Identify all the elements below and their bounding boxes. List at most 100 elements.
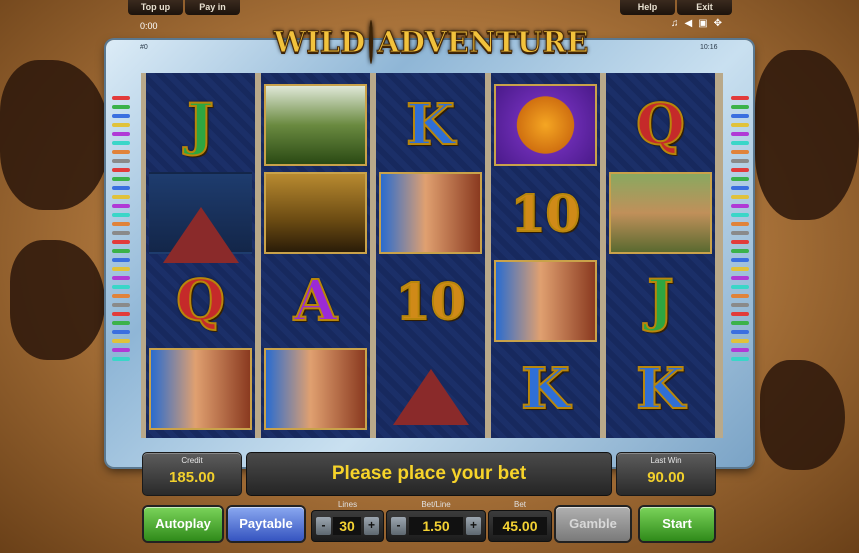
payline-marker (112, 150, 130, 154)
payline-marker (112, 222, 130, 226)
window-icon[interactable]: ▣ (698, 18, 713, 29)
payline-marker (731, 105, 749, 109)
clock-right: 10:16 (700, 44, 718, 51)
reel-2: A (261, 73, 370, 438)
payline-marker (112, 357, 130, 361)
payline-marker (112, 123, 130, 127)
payline-marker (731, 195, 749, 199)
payline-marker (112, 294, 130, 298)
status-message: Please place your bet (246, 452, 612, 496)
reel-symbol: K (520, 355, 571, 423)
compass-symbol (491, 81, 600, 169)
heroine-symbol (376, 169, 485, 257)
payline-markers-left (112, 96, 130, 414)
credit-value: 185.00 (169, 469, 215, 486)
payline-marker (731, 339, 749, 343)
payline-marker (731, 204, 749, 208)
reel-symbol: 10 (510, 183, 582, 244)
payline-marker (731, 177, 749, 181)
map-continent-right-low (760, 360, 845, 470)
reel-symbol: K (405, 91, 456, 159)
payline-marker (112, 249, 130, 253)
payline-marker (731, 267, 749, 271)
payline-marker (112, 186, 130, 190)
logo-word-adventure: ADVENTURE (377, 25, 589, 60)
payline-marker (731, 276, 749, 280)
payline-marker (112, 177, 130, 181)
payline-marker (731, 303, 749, 307)
payline-marker (731, 132, 749, 136)
payline-marker (112, 267, 130, 271)
logo-word-wild: WILD (273, 25, 366, 60)
topup-button[interactable]: Top up (128, 0, 183, 15)
reel-symbol: 10 (395, 271, 467, 332)
payline-marker (112, 231, 130, 235)
betline-label: Bet/Line (421, 500, 451, 509)
payline-marker (731, 96, 749, 100)
payline-marker (112, 195, 130, 199)
payline-marker (112, 348, 130, 352)
heroine-symbol (261, 345, 370, 433)
payline-marker (731, 330, 749, 334)
credit-label: Credit (181, 456, 203, 465)
heroine-symbol (491, 257, 600, 345)
help-button[interactable]: Help (620, 0, 675, 15)
bet-value: 45.00 (493, 517, 547, 535)
payline-marker (731, 150, 749, 154)
heroine-symbol (146, 345, 255, 433)
music-icon[interactable]: ♫ (671, 18, 685, 29)
payline-marker (731, 213, 749, 217)
payline-marker (112, 285, 130, 289)
betline-value: 1.50 (409, 517, 463, 535)
payline-marker (112, 141, 130, 145)
sound-icon[interactable]: ◀ (685, 18, 699, 29)
round-counter: #0 (140, 44, 148, 51)
betline-minus-button[interactable]: - (391, 517, 406, 535)
payline-marker (731, 249, 749, 253)
payline-marker (731, 240, 749, 244)
autoplay-button[interactable]: Autoplay (144, 507, 222, 541)
lines-plus-button[interactable]: + (364, 517, 379, 535)
exit-button[interactable]: Exit (677, 0, 732, 15)
reel-symbol: J (646, 267, 674, 335)
payline-marker (731, 321, 749, 325)
reel-area: J Q A K 10 10 K Q J K (141, 73, 723, 438)
payline-marker (112, 114, 130, 118)
bet-label: Bet (513, 500, 526, 509)
payline-marker (112, 276, 130, 280)
credit-panel: Credit 185.00 (142, 452, 242, 496)
fullscreen-icon[interactable]: ✥ (714, 18, 728, 29)
payline-markers-right (731, 96, 749, 414)
lastwin-value: 90.00 (647, 469, 685, 486)
explorer-symbol (606, 169, 715, 257)
payline-marker (112, 339, 130, 343)
map-continent-left (0, 60, 110, 210)
paytable-button[interactable]: Paytable (228, 507, 304, 541)
payline-marker (731, 231, 749, 235)
payline-marker (731, 222, 749, 226)
payline-marker (112, 240, 130, 244)
system-icons: ♫◀▣✥ (671, 18, 728, 29)
payline-marker (112, 330, 130, 334)
reel-symbol: Q (635, 91, 686, 159)
bet-box: Bet 45.00 (488, 500, 552, 542)
payline-marker (112, 168, 130, 172)
payline-marker (731, 357, 749, 361)
payline-marker (731, 141, 749, 145)
reel-symbol: A (293, 267, 338, 335)
reel-symbol: Q (175, 267, 226, 335)
payline-marker (112, 312, 130, 316)
payline-marker (112, 213, 130, 217)
payin-button[interactable]: Pay in (185, 0, 240, 15)
jeep-symbol (261, 169, 370, 257)
gamble-button[interactable]: Gamble (556, 507, 630, 541)
reel-1: J Q (146, 73, 255, 438)
payline-marker (731, 258, 749, 262)
reel-symbol: K (635, 355, 686, 423)
betline-plus-button[interactable]: + (466, 517, 481, 535)
lines-minus-button[interactable]: - (316, 517, 331, 535)
payline-marker (731, 114, 749, 118)
payline-marker (112, 321, 130, 325)
start-button[interactable]: Start (640, 507, 714, 541)
lastwin-panel: Last Win 90.00 (616, 452, 716, 496)
